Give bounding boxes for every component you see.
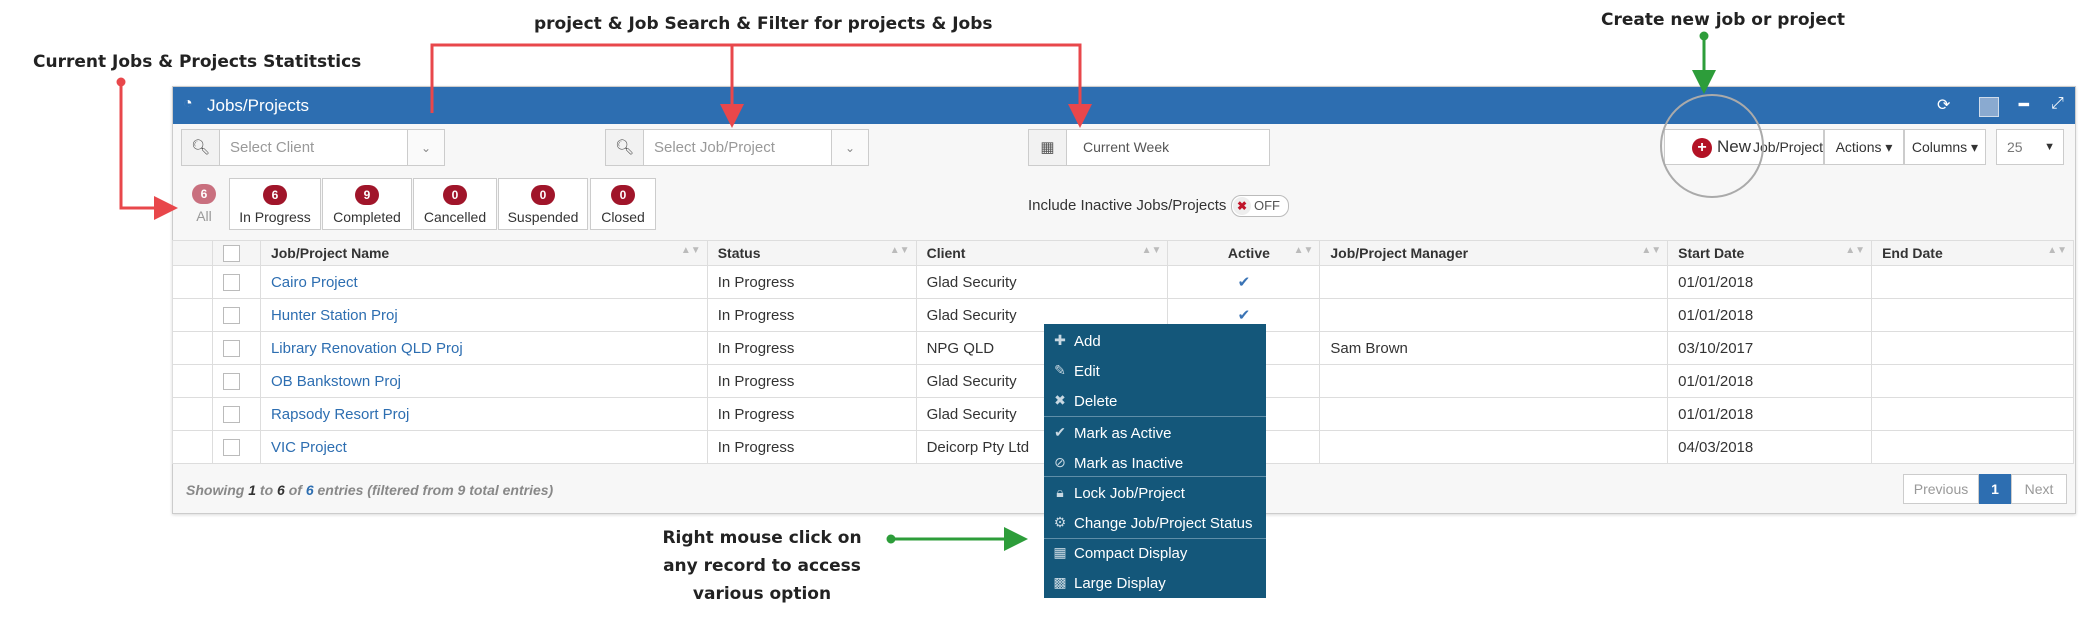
green-arrows — [886, 31, 1716, 551]
annotation-arrows — [116, 31, 1716, 551]
red-arrows — [116, 43, 1092, 220]
